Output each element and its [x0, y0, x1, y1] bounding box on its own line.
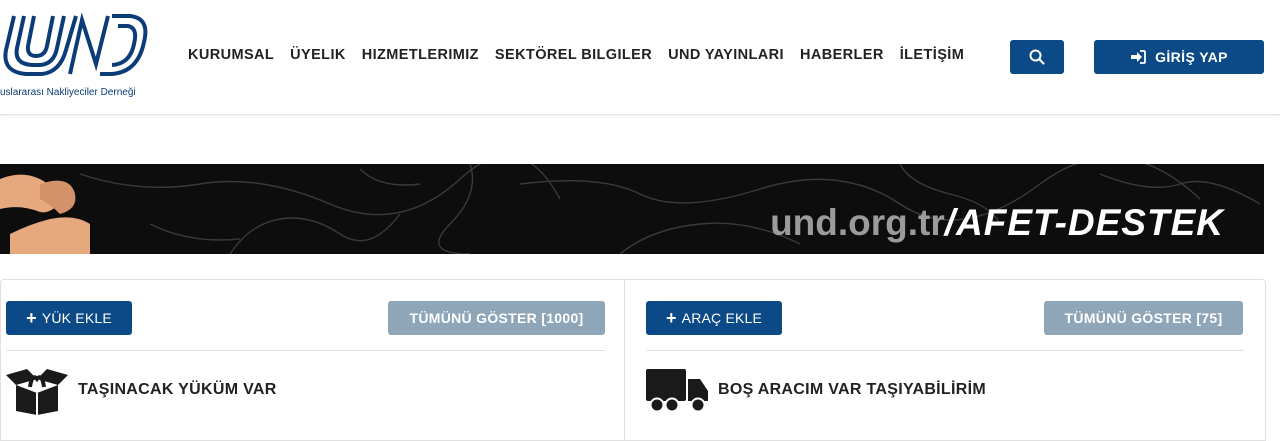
load-panel: + YÜK EKLE TÜMÜNÜ GÖSTER [1000] TAŞINACA…: [0, 279, 625, 441]
open-box-icon: [6, 369, 68, 415]
nav-sektorel-bilgiler[interactable]: SEKTÖREL BILGILER: [495, 47, 652, 63]
add-vehicle-button[interactable]: + ARAÇ EKLE: [646, 301, 782, 335]
sign-in-icon: [1131, 50, 1146, 64]
afet-destek-banner[interactable]: und.org.tr/AFET-DESTEK: [0, 164, 1264, 254]
search-button[interactable]: [1010, 40, 1064, 74]
plus-icon: +: [665, 308, 677, 328]
load-section-title: TAŞINACAK YÜKÜM VAR: [78, 381, 277, 398]
panel-divider: [646, 350, 1244, 351]
plus-icon: +: [26, 308, 37, 328]
nav-hizmetlerimiz[interactable]: HIZMETLERIMIZ: [362, 47, 479, 63]
und-logo-mark: [3, 12, 148, 76]
truck-icon: [646, 369, 708, 413]
nav-haberler[interactable]: HABERLER: [800, 47, 884, 63]
search-icon: [1029, 49, 1045, 65]
login-button[interactable]: GİRİŞ YAP: [1094, 40, 1264, 74]
vehicle-section-title: BOŞ ARACIM VAR TAŞIYABİLİRİM: [718, 381, 986, 398]
add-vehicle-label: ARAÇ EKLE: [681, 310, 763, 326]
banner-url: und.org.tr/AFET-DESTEK: [770, 204, 1224, 241]
main-nav: KURUMSAL ÜYELIK HIZMETLERIMIZ SEKTÖREL B…: [188, 47, 980, 63]
banner-path: /AFET-DESTEK: [944, 202, 1224, 243]
show-all-vehicles-button[interactable]: TÜMÜNÜ GÖSTER [75]: [1044, 301, 1243, 335]
nav-und-yayinlari[interactable]: UND YAYINLARI: [668, 47, 784, 63]
nav-kurumsal[interactable]: KURUMSAL: [188, 47, 274, 63]
nav-iletisim[interactable]: İLETİŞİM: [900, 47, 964, 63]
show-all-loads-button[interactable]: TÜMÜNÜ GÖSTER [1000]: [388, 301, 605, 335]
site-header: uslararası Nakliyeciler Derneği KURUMSAL…: [0, 0, 1280, 115]
banner-domain: und.org.tr: [770, 202, 945, 243]
add-load-label: YÜK EKLE: [41, 310, 112, 326]
hands-graphic: [0, 174, 90, 254]
login-label: GİRİŞ YAP: [1155, 49, 1228, 65]
logo-tagline: uslararası Nakliyeciler Derneği: [0, 87, 136, 98]
panel-divider: [6, 350, 605, 351]
vehicle-panel: + ARAÇ EKLE TÜMÜNÜ GÖSTER [75] BOŞ ARACI…: [624, 279, 1266, 441]
add-load-button[interactable]: + YÜK EKLE: [6, 301, 132, 335]
nav-uyelik[interactable]: ÜYELIK: [290, 47, 346, 63]
